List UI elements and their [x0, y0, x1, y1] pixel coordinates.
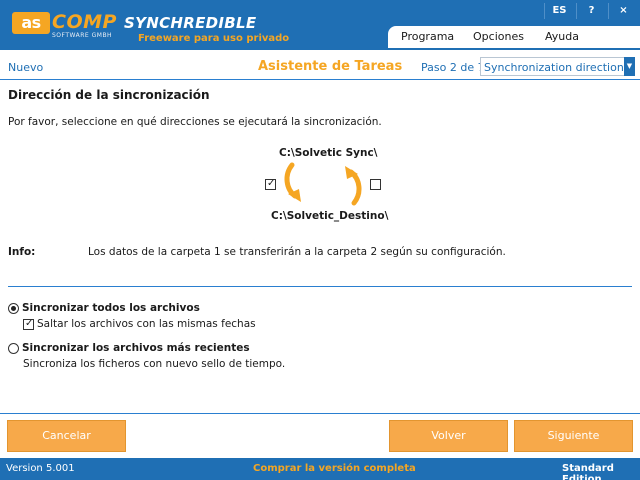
wizard-nav-row: Nuevo Asistente de Tareas Paso 2 de 7: S… [0, 54, 640, 80]
sync-all-radio[interactable] [8, 303, 19, 314]
close-button[interactable]: × [608, 3, 638, 19]
skip-same-dates-label[interactable]: Saltar los archivos con las mismas fecha… [37, 318, 256, 330]
sync-recent-description: Sincroniza los ficheros con nuevo sello … [23, 358, 286, 370]
logo-subtext: SOFTWARE GMBH [52, 32, 113, 39]
section-title: Dirección de la sincronización [8, 88, 210, 102]
checkmark-icon: ✓ [25, 318, 34, 329]
edition-label: Standard Edition [562, 463, 614, 480]
section-divider [8, 286, 632, 287]
help-button[interactable]: ? [576, 3, 606, 19]
back-button[interactable]: Volver [389, 420, 508, 452]
footer-divider [0, 413, 640, 414]
skip-same-dates-checkbox[interactable]: ✓ [23, 318, 34, 330]
info-text: Los datos de la carpeta 1 se transferirá… [88, 246, 506, 258]
sync-direction-arrows-icon [284, 162, 362, 206]
logo-as-mark: as [12, 12, 50, 34]
app-title: SYNCHREDIBLE [124, 14, 257, 32]
menu-opciones[interactable]: Opciones [473, 30, 524, 43]
wizard-title: Asistente de Tareas [258, 59, 403, 74]
menu-programa[interactable]: Programa [401, 30, 454, 43]
intro-text: Por favor, seleccione en qué direcciones… [8, 116, 382, 128]
app-header: as COMP SOFTWARE GMBH SYNCHREDIBLE Freew… [0, 0, 640, 50]
status-bar: Version 5.001 Comprar la versión complet… [0, 458, 640, 480]
buy-full-version-link[interactable]: Comprar la versión completa [253, 463, 416, 474]
language-button[interactable]: ES [544, 3, 574, 19]
logo-comp-text: COMP [52, 11, 117, 33]
cancel-button[interactable]: Cancelar [7, 420, 126, 452]
direction-right-checkbox[interactable] [370, 179, 381, 190]
target-path: C:\Solvetic_Destino\ [271, 210, 389, 222]
chevron-down-icon[interactable]: ▼ [624, 57, 635, 76]
sync-recent-label[interactable]: Sincronizar los archivos más recientes [22, 342, 250, 354]
next-button[interactable]: Siguiente [514, 420, 633, 452]
step-select-value: Synchronization directions [484, 61, 630, 74]
menu-ayuda[interactable]: Ayuda [545, 30, 579, 43]
checkmark-icon: ✓ [267, 178, 276, 189]
new-link[interactable]: Nuevo [8, 61, 43, 74]
version-label: Version 5.001 [6, 463, 75, 474]
app-subtitle: Freeware para uso privado [138, 33, 290, 44]
ascomp-logo: as COMP SOFTWARE GMBH [12, 11, 120, 39]
source-path: C:\Solvetic Sync\ [279, 147, 378, 159]
step-select[interactable]: Synchronization directions ▼ [480, 57, 635, 76]
radio-selected-dot [11, 306, 16, 311]
sync-all-label[interactable]: Sincronizar todos los archivos [22, 302, 200, 314]
menu-bar: Programa Opciones Ayuda [388, 26, 640, 48]
direction-left-checkbox[interactable]: ✓ [265, 178, 276, 190]
step-indicator: Paso 2 de 7: [421, 61, 489, 74]
sync-recent-radio[interactable] [8, 343, 19, 354]
info-label: Info: [8, 246, 36, 258]
